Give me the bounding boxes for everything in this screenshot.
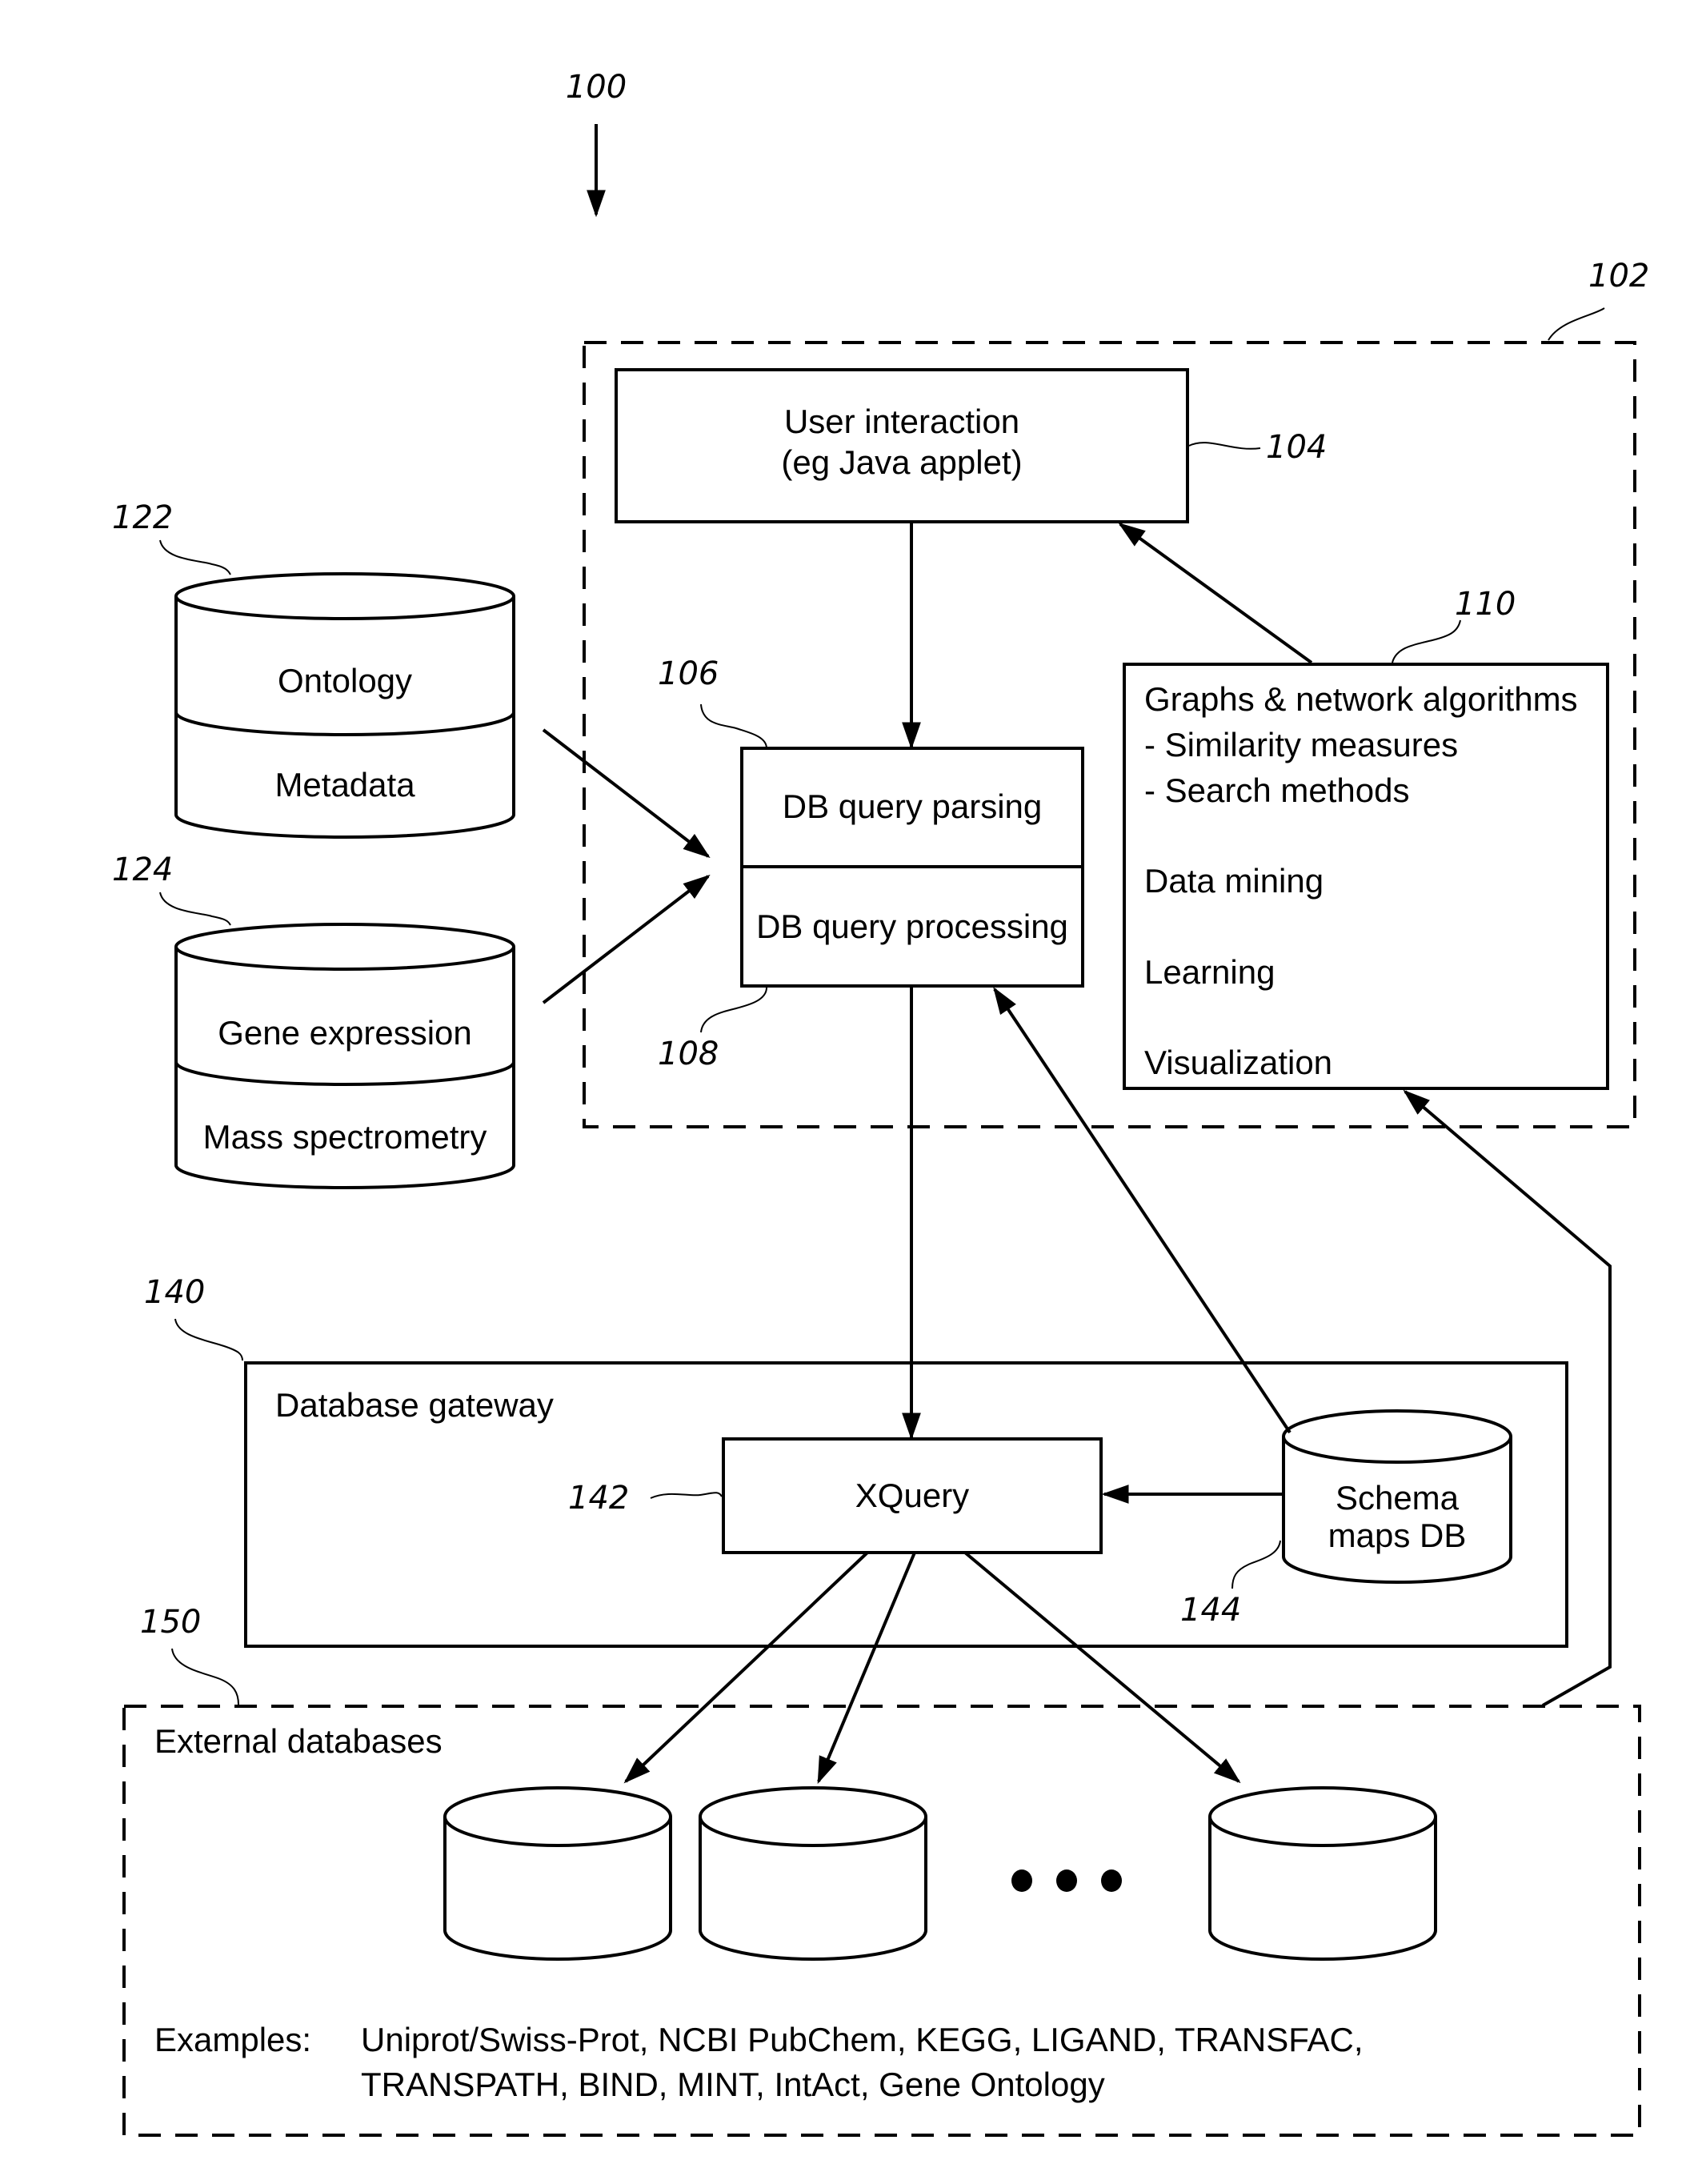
ref-124-label: 124 <box>112 852 173 888</box>
algorithms-line-3: - Search methods <box>1144 771 1410 809</box>
arrow-xquery-to-db3 <box>963 1551 1241 1784</box>
database-gateway-title: Database gateway <box>275 1386 554 1424</box>
algorithms-line-4: Data mining <box>1144 862 1324 900</box>
system-diagram: 100 102 User interaction (eg Java applet… <box>112 69 1649 2137</box>
ellipsis-icon <box>1011 1869 1122 1892</box>
algorithms-line-2: - Similarity measures <box>1144 726 1458 763</box>
metadata-label: Metadata <box>274 766 415 803</box>
ref-104-leader <box>1188 442 1261 450</box>
ontology-label: Ontology <box>278 662 412 699</box>
schema-label-line1: Schema <box>1336 1479 1460 1517</box>
ref-142-label: 142 <box>568 1480 629 1517</box>
external-db-2[interactable] <box>699 1786 927 1961</box>
ref-106-leader <box>700 703 767 749</box>
algorithms-line-6: Visualization <box>1144 1044 1332 1081</box>
ref-140-label: 140 <box>144 1274 205 1311</box>
external-databases-title: External databases <box>154 1722 443 1760</box>
user-interaction-line1: User interaction <box>784 403 1019 440</box>
ref-122-leader <box>159 539 231 575</box>
ref-124-leader <box>159 892 231 926</box>
user-interaction-line2: (eg Java applet) <box>781 443 1022 481</box>
ref-102-leader <box>1548 307 1605 341</box>
ref-108-leader <box>700 987 767 1033</box>
db-query-processing-label: DB query processing <box>756 908 1068 945</box>
ref-106-label: 106 <box>658 655 719 692</box>
ref-122-label: 122 <box>112 499 173 536</box>
arrow-xquery-to-db1 <box>623 1551 869 1784</box>
examples-line-2: TRANSPATH, BIND, MINT, IntAct, Gene Onto… <box>361 2066 1105 2103</box>
mass-spectrometry-label: Mass spectrometry <box>203 1118 487 1156</box>
ref-108-label: 108 <box>658 1036 719 1072</box>
algorithms-line-1: Graphs & network algorithms <box>1144 680 1578 718</box>
ref-150-leader <box>171 1648 239 1705</box>
gene-expression-label: Gene expression <box>218 1014 472 1052</box>
external-db-1[interactable] <box>443 1786 672 1961</box>
ref-144-label: 144 <box>1180 1592 1241 1629</box>
arrow-gene-to-query <box>542 874 711 1004</box>
schema-label-line2: maps DB <box>1328 1517 1467 1554</box>
ref-102-label: 102 <box>1588 258 1649 295</box>
xquery-label: XQuery <box>855 1477 969 1514</box>
external-db-3[interactable] <box>1208 1786 1437 1961</box>
ref-142-leader <box>650 1492 723 1499</box>
ref-150-label: 150 <box>140 1604 201 1641</box>
ref-110-leader <box>1392 619 1461 663</box>
ref-104-label: 104 <box>1266 429 1327 466</box>
ref-140-leader <box>174 1318 243 1361</box>
examples-label: Examples: <box>154 2021 311 2058</box>
examples-line-1: Uniprot/Swiss-Prot, NCBI PubChem, KEGG, … <box>361 2021 1364 2058</box>
ref-110-label: 110 <box>1455 586 1516 623</box>
ref-144-leader <box>1231 1540 1281 1589</box>
algorithms-line-5: Learning <box>1144 953 1275 991</box>
db-query-parsing-label: DB query parsing <box>783 787 1043 825</box>
arrow-algorithms-to-ui <box>1118 523 1313 664</box>
ref-100-label: 100 <box>566 69 627 106</box>
arrow-external-to-algorithms <box>1403 1089 1612 1707</box>
arrow-ontology-to-query <box>542 728 711 859</box>
